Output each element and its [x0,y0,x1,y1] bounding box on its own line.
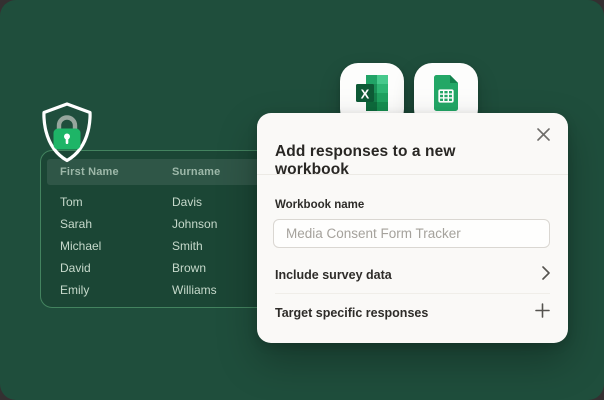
cell-first-name: Emily [60,283,90,297]
shield-lock-icon [39,101,95,164]
cell-first-name: Tom [60,195,83,209]
title-divider [257,174,568,175]
close-button[interactable] [534,127,552,145]
cell-first-name: Sarah [60,217,93,231]
chevron-right-icon [542,265,550,285]
column-header-first-name: First Name [60,166,119,178]
promo-canvas: First Name Surname Tom Davis Sarah Johns… [0,0,604,400]
plus-icon [535,303,550,323]
cell-first-name: Michael [60,239,102,253]
target-specific-responses-row[interactable]: Target specific responses [275,295,550,331]
include-survey-data-row[interactable]: Include survey data [275,257,550,294]
include-survey-data-label: Include survey data [275,268,392,282]
workbook-name-label: Workbook name [275,199,365,211]
target-specific-responses-label: Target specific responses [275,306,429,320]
add-responses-modal: Add responses to a new workbook Workbook… [257,113,568,343]
workbook-name-input[interactable] [273,219,550,248]
cell-first-name: David [60,261,91,275]
excel-icon: X [352,73,392,118]
google-sheets-icon [426,73,466,118]
svg-text:X: X [361,86,370,101]
close-icon [536,128,550,144]
